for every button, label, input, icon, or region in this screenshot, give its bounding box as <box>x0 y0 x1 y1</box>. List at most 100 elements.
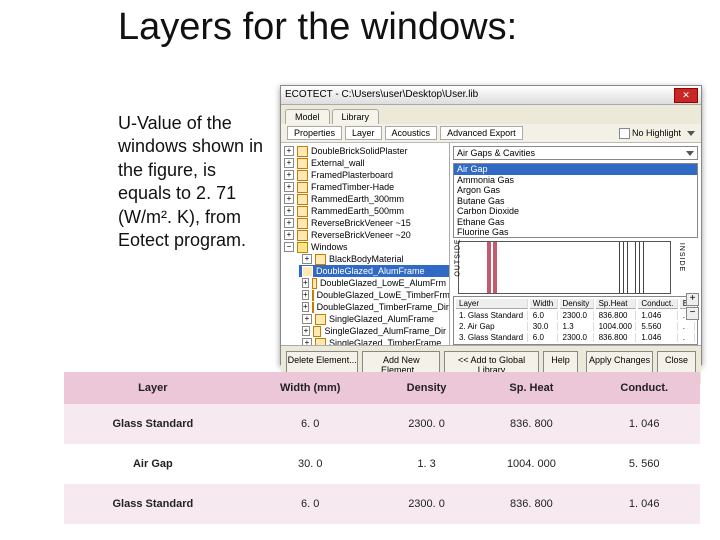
list-item[interactable]: Fluorine Gas <box>454 227 697 238</box>
layer-bar <box>623 242 624 293</box>
tree-item[interactable]: +FramedPlasterboard <box>281 169 449 181</box>
expand-icon: + <box>302 314 312 324</box>
tree-item[interactable]: +SingleGlazed_AlumFrame_Dir <box>299 325 449 337</box>
expand-icon: + <box>284 218 294 228</box>
tree-item[interactable]: +RammedEarth_300mm <box>281 193 449 205</box>
tree-item[interactable]: DoubleGlazed_AlumFrame <box>299 265 449 277</box>
material-icon <box>313 326 322 337</box>
material-icon <box>297 158 308 169</box>
expand-icon: + <box>284 194 294 204</box>
add-layer-button[interactable]: + <box>686 293 699 306</box>
tree-item[interactable]: +RammedEarth_500mm <box>281 205 449 217</box>
tree-item[interactable]: +ReverseBrickVeneer ~20 <box>281 229 449 241</box>
material-icon <box>297 194 308 205</box>
list-item[interactable]: Air Gap <box>454 164 697 175</box>
chevron-down-icon[interactable] <box>687 131 695 136</box>
layer-bar <box>627 242 628 293</box>
gas-listbox[interactable]: Air GapAmmonia GasArgon GasButane GasCar… <box>453 163 698 238</box>
chevron-down-icon <box>686 151 694 156</box>
col-header: Width (mm) <box>242 372 379 404</box>
layer-bar <box>639 242 640 293</box>
no-highlight-label: No Highlight <box>632 128 681 138</box>
checkbox-icon <box>619 128 630 139</box>
material-icon <box>312 278 317 289</box>
window-titlebar[interactable]: ECOTECT - C:\Users\user\Desktop\User.lib… <box>281 86 701 105</box>
expand-icon: + <box>284 158 294 168</box>
material-icon <box>315 314 326 325</box>
tree-item[interactable]: +DoubleGlazed_LowE_TimberFrm <box>299 289 449 301</box>
slide-title: Layers for the windows: <box>118 8 517 48</box>
table-row[interactable]: 1. Glass Standard6.02300.0836.8001.046. <box>456 311 695 320</box>
expand-icon: + <box>302 254 312 264</box>
tree-item[interactable]: +External_wall <box>281 157 449 169</box>
tree-item[interactable]: +ReverseBrickVeneer ~15 <box>281 217 449 229</box>
tree-item[interactable]: +DoubleGlazed_LowE_AlumFrm <box>299 277 449 289</box>
material-icon <box>312 302 314 313</box>
ecotect-window: ECOTECT - C:\Users\user\Desktop\User.lib… <box>280 85 702 365</box>
properties-button[interactable]: Properties <box>287 126 342 140</box>
material-icon <box>297 146 308 157</box>
table-row[interactable]: 3. Glass Standard6.02300.0836.8001.046. <box>456 333 695 342</box>
axis-right-label: INSIDE <box>678 243 685 272</box>
tree-item[interactable]: +SingleGlazed_AlumFrame <box>299 313 449 325</box>
category-combo[interactable]: Air Gaps & Cavities <box>453 146 698 160</box>
expand-icon: + <box>302 278 309 288</box>
combo-label: Air Gaps & Cavities <box>457 148 535 158</box>
expand-icon: + <box>302 302 309 312</box>
material-tree[interactable]: +DoubleBrickSolidPlaster+External_wall+F… <box>281 143 450 345</box>
no-highlight-check[interactable]: No Highlight <box>619 128 681 139</box>
tab-model[interactable]: Model <box>285 109 330 124</box>
tab-library[interactable]: Library <box>332 109 380 124</box>
tree-item[interactable]: −Windows <box>281 241 449 253</box>
expand-icon: + <box>284 146 294 156</box>
advanced-export-button[interactable]: Advanced Export <box>440 126 523 140</box>
list-item[interactable]: Argon Gas <box>454 185 697 196</box>
layer-bar <box>619 242 620 293</box>
layer-bar <box>487 242 491 293</box>
expand-icon: + <box>284 206 294 216</box>
material-icon <box>315 254 326 265</box>
acoustics-button[interactable]: Acoustics <box>385 126 438 140</box>
expand-icon: + <box>302 290 309 300</box>
list-item[interactable]: Carbon Dioxide <box>454 206 697 217</box>
table-row: Glass Standard6. 02300. 0836. 8001. 046 <box>64 404 700 444</box>
list-item[interactable]: Ammonia Gas <box>454 175 697 186</box>
material-icon <box>297 182 308 193</box>
tree-item[interactable]: +BlackBodyMaterial <box>299 253 449 265</box>
col-header: Sp. Heat <box>474 372 588 404</box>
table-header-row: LayerWidth (mm)DensitySp. HeatConduct. <box>64 372 700 404</box>
list-item[interactable]: Butane Gas <box>454 196 697 207</box>
layer-button[interactable]: Layer <box>345 126 382 140</box>
material-icon <box>312 290 314 301</box>
table-row: Glass Standard6. 02300. 0836. 8001. 046 <box>64 484 700 524</box>
col-header: Density <box>379 372 475 404</box>
tree-item[interactable]: +DoubleGlazed_TimberFrame_Dir <box>299 301 449 313</box>
material-icon <box>297 218 308 229</box>
tree-item[interactable]: +SingleGlazed_TimberFrame <box>299 337 449 345</box>
folder-icon <box>297 242 308 253</box>
tree-item[interactable]: +DoubleBrickSolidPlaster <box>281 145 449 157</box>
collapse-icon: − <box>284 242 294 252</box>
expand-icon: + <box>284 170 294 180</box>
remove-layer-button[interactable]: − <box>686 307 699 320</box>
table-row: Air Gap30. 01. 31004. 0005. 560 <box>64 444 700 484</box>
list-item[interactable]: Ethane Gas <box>454 217 697 228</box>
expand-icon: + <box>284 230 294 240</box>
col-header: Layer <box>64 372 242 404</box>
material-icon <box>315 338 326 346</box>
material-icon <box>297 230 308 241</box>
list-item[interactable]: Fluorocarbon Gas AirCond Type <box>454 238 697 239</box>
layer-mini-table: LayerWidthDensitySp.HeatConduct.E-1. Gla… <box>453 296 698 345</box>
table-row[interactable]: 2. Air Gap30.01.31004.0005.560. <box>456 322 695 331</box>
material-icon <box>302 266 313 277</box>
tree-item[interactable]: +FramedTimber-Hade <box>281 181 449 193</box>
close-button[interactable]: ✕ <box>674 88 698 103</box>
slide-body-text: U-Value of the windows shown in the figu… <box>118 112 266 252</box>
col-header: Conduct. <box>588 372 700 404</box>
layer-chart: OUTSIDE INSIDE <box>458 241 671 294</box>
expand-icon: + <box>302 326 310 336</box>
expand-icon: + <box>302 338 312 345</box>
material-icon <box>297 170 308 181</box>
expand-icon: + <box>284 182 294 192</box>
material-icon <box>297 206 308 217</box>
